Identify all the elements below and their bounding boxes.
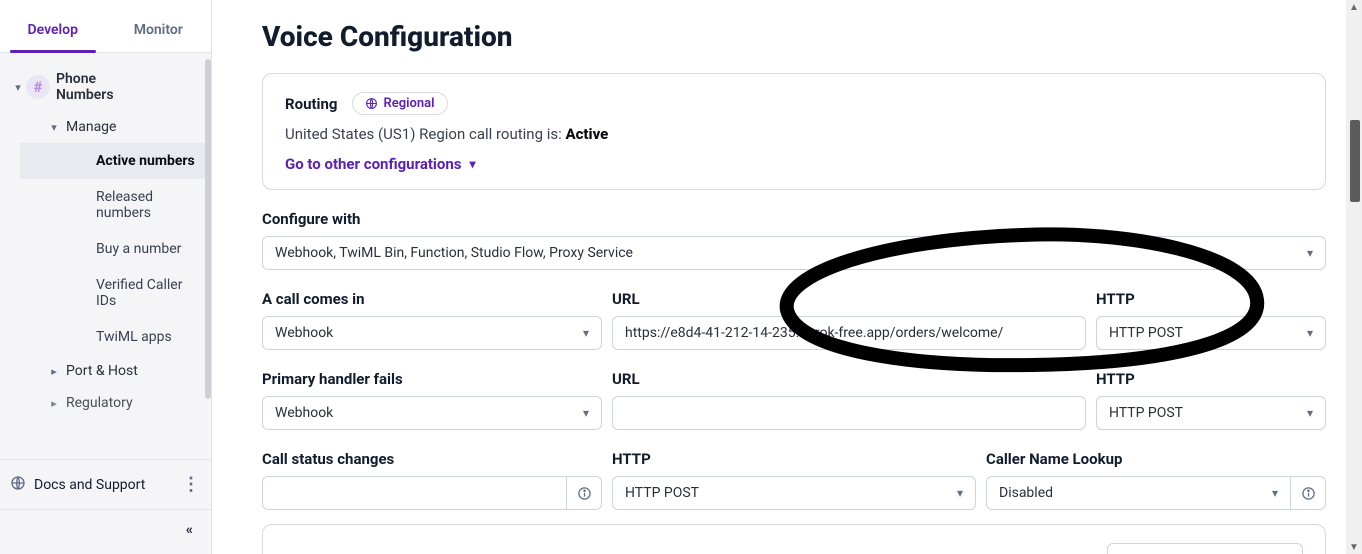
info-icon xyxy=(1301,486,1316,501)
call-status-http-value: HTTP POST xyxy=(625,485,699,501)
primary-fail-value: Webhook xyxy=(275,405,333,421)
info-icon xyxy=(577,486,592,501)
nav-verified-caller-ids-label: Verified Caller IDs xyxy=(40,277,201,309)
sidebar-tabs: Develop Monitor xyxy=(0,0,211,53)
configure-with-select[interactable]: Webhook, TwiML Bin, Function, Studio Flo… xyxy=(262,236,1326,270)
globe-icon xyxy=(365,97,378,110)
goto-other-config-label: Go to other configurations xyxy=(285,155,461,173)
nav-twiml-apps[interactable]: TwiML apps xyxy=(20,319,211,355)
call-url-label: URL xyxy=(612,290,1086,308)
routing-regional-pill[interactable]: Regional xyxy=(352,92,448,115)
routing-region-status: Active xyxy=(565,125,608,143)
nav-manage[interactable]: ▾ Manage xyxy=(0,111,211,143)
chevron-down-icon: ▾ xyxy=(10,81,26,94)
tab-develop[interactable]: Develop xyxy=(0,0,106,52)
chevron-down-icon: ▾ xyxy=(1307,246,1313,260)
primary-fail-label: Primary handler fails xyxy=(262,370,602,388)
nav-twiml-apps-label: TwiML apps xyxy=(40,329,172,345)
primary-fail-select[interactable]: Webhook ▾ xyxy=(262,396,602,430)
call-url-value: https://e8d4-41-212-14-235.ngrok-free.ap… xyxy=(625,325,1003,341)
sidebar-collapse-button[interactable]: « xyxy=(0,509,211,554)
nav-port-host-label: Port & Host xyxy=(66,363,138,379)
hash-icon: # xyxy=(26,75,50,99)
call-comes-in-select[interactable]: Webhook ▾ xyxy=(262,316,602,350)
caller-lookup-select[interactable]: Disabled ▾ xyxy=(986,476,1290,510)
primary-fail-http-label: HTTP xyxy=(1096,370,1326,388)
caller-lookup-value: Disabled xyxy=(999,485,1053,501)
routing-card: Routing Regional United States (US1) Reg… xyxy=(262,73,1326,190)
nav-released-numbers-label: Released numbers xyxy=(40,189,201,221)
primary-fail-url-input[interactable] xyxy=(612,396,1086,430)
primary-fail-http-select[interactable]: HTTP POST ▾ xyxy=(1096,396,1326,430)
nav-port-host[interactable]: ▸ Port & Host xyxy=(0,355,211,387)
chevrons-left-icon: « xyxy=(186,522,193,538)
caller-lookup-info-button[interactable] xyxy=(1290,476,1326,510)
routing-region-prefix: United States (US1) Region call routing … xyxy=(285,125,565,143)
call-http-select[interactable]: HTTP POST ▾ xyxy=(1096,316,1326,350)
page-title: Voice Configuration xyxy=(262,20,1326,53)
call-http-value: HTTP POST xyxy=(1109,325,1183,341)
chevron-down-icon: ▾ xyxy=(1307,406,1313,420)
call-status-http-select[interactable]: HTTP POST ▾ xyxy=(612,476,976,510)
chevron-right-icon: ▸ xyxy=(46,397,62,410)
nav-active-numbers-label: Active numbers xyxy=(40,153,195,169)
nav-buy-number-label: Buy a number xyxy=(40,241,181,257)
nav-phone-numbers[interactable]: ▾ # Phone Numbers xyxy=(0,63,211,111)
nav-active-numbers[interactable]: Active numbers xyxy=(20,143,211,179)
sidebar-scrollbar-thumb[interactable] xyxy=(205,59,211,399)
sidebar-nav: ▾ # Phone Numbers ▾ Manage Active number… xyxy=(0,53,211,429)
call-http-label: HTTP xyxy=(1096,290,1326,308)
nav-verified-caller-ids[interactable]: Verified Caller IDs xyxy=(20,267,211,319)
configure-with-label: Configure with xyxy=(262,210,1326,228)
routing-pill-label: Regional xyxy=(384,96,435,111)
caller-lookup-label: Caller Name Lookup xyxy=(986,450,1326,468)
chevron-down-icon: ▾ xyxy=(957,486,963,500)
sidebar: Develop Monitor ▾ # Phone Numbers ▾ Mana… xyxy=(0,0,212,554)
emergency-calling-card: Emergency Calling Add Emergency Address xyxy=(262,524,1326,554)
call-url-input[interactable]: https://e8d4-41-212-14-235.ngrok-free.ap… xyxy=(612,316,1086,350)
chevron-down-icon: ▾ xyxy=(1307,326,1313,340)
scroll-down-icon[interactable]: ▼ xyxy=(1348,540,1360,554)
routing-label: Routing xyxy=(285,95,338,113)
primary-fail-http-value: HTTP POST xyxy=(1109,405,1183,421)
chevron-right-icon: ▸ xyxy=(46,365,62,378)
routing-region-text: United States (US1) Region call routing … xyxy=(285,125,1303,143)
chevron-down-icon: ▾ xyxy=(469,157,475,171)
chevron-down-icon: ▾ xyxy=(46,121,62,134)
configure-with-value: Webhook, TwiML Bin, Function, Studio Flo… xyxy=(275,245,633,261)
nav-regulatory[interactable]: ▸ Regulatory xyxy=(0,387,211,419)
add-emergency-address-button[interactable]: Add Emergency Address xyxy=(1107,543,1303,554)
scrollbar-thumb[interactable] xyxy=(1350,120,1360,202)
kebab-menu-icon[interactable]: ⋮ xyxy=(182,474,201,495)
globe-icon xyxy=(10,475,26,495)
main-content: Voice Configuration Routing Regional Uni… xyxy=(212,0,1362,554)
goto-other-config-link[interactable]: Go to other configurations ▾ xyxy=(285,155,476,173)
nav-released-numbers[interactable]: Released numbers xyxy=(20,179,211,231)
call-status-url-input[interactable] xyxy=(262,476,566,510)
primary-fail-url-label: URL xyxy=(612,370,1086,388)
tab-monitor[interactable]: Monitor xyxy=(106,0,212,52)
chevron-down-icon: ▾ xyxy=(583,326,589,340)
chevron-down-icon: ▾ xyxy=(1272,486,1278,500)
nav-regulatory-label: Regulatory xyxy=(66,395,133,411)
nav-phone-numbers-label: Phone Numbers xyxy=(56,71,114,103)
chevron-down-icon: ▾ xyxy=(583,406,589,420)
docs-support-label[interactable]: Docs and Support xyxy=(34,477,145,493)
call-status-http-label: HTTP xyxy=(612,450,976,468)
call-comes-in-label: A call comes in xyxy=(262,290,602,308)
call-comes-in-value: Webhook xyxy=(275,325,333,341)
scroll-up-icon[interactable]: ▲ xyxy=(1348,0,1360,14)
nav-manage-label: Manage xyxy=(66,119,116,135)
call-status-label: Call status changes xyxy=(262,450,602,468)
info-addon-button[interactable] xyxy=(566,476,602,510)
page-scrollbar[interactable]: ▲ ▼ xyxy=(1346,0,1362,554)
nav-buy-number[interactable]: Buy a number xyxy=(20,231,211,267)
sidebar-footer: Docs and Support ⋮ xyxy=(0,459,211,509)
